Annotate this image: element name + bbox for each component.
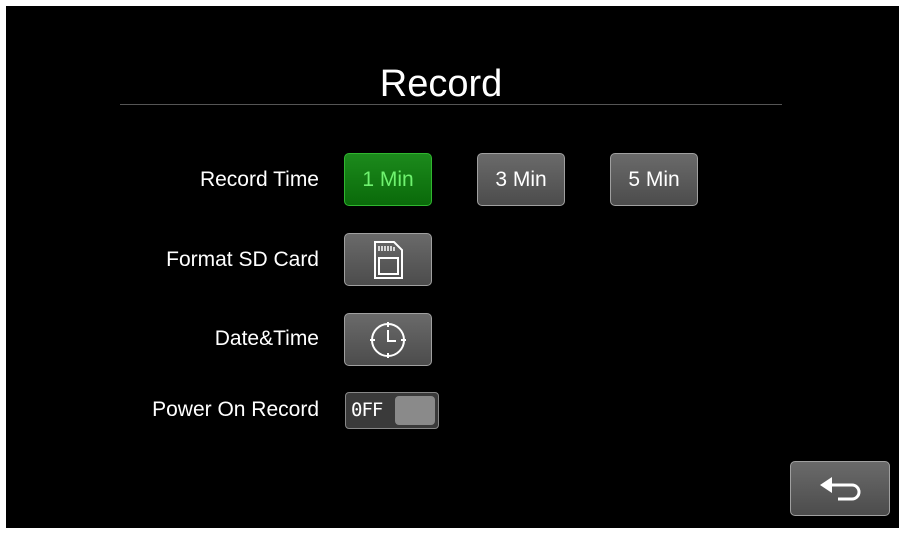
sd-card-icon xyxy=(374,240,403,279)
record-time-label: Record Time xyxy=(199,168,319,191)
title-divider xyxy=(120,104,782,105)
back-arrow-icon xyxy=(820,477,861,501)
toggle-state-text: 0FF xyxy=(351,399,383,421)
clock-icon xyxy=(370,321,406,358)
format-sd-card-label: Format SD Card xyxy=(166,248,319,271)
record-time-3min-button[interactable]: 3 Min xyxy=(477,153,565,206)
power-on-record-toggle[interactable]: 0FF xyxy=(345,392,439,429)
page-title: Record xyxy=(379,63,503,105)
record-settings-screen: Record Record Time 1 Min 3 Min 5 Min For… xyxy=(6,6,899,528)
record-time-5min-button[interactable]: 5 Min xyxy=(610,153,698,206)
record-time-1min-button[interactable]: 1 Min xyxy=(344,153,432,206)
date-time-label: Date&Time xyxy=(214,327,319,350)
toggle-knob xyxy=(395,396,435,425)
power-on-record-label: Power On Record xyxy=(152,398,319,421)
format-sd-card-button[interactable] xyxy=(344,233,432,286)
date-time-button[interactable] xyxy=(344,313,432,366)
back-button[interactable] xyxy=(790,461,890,516)
